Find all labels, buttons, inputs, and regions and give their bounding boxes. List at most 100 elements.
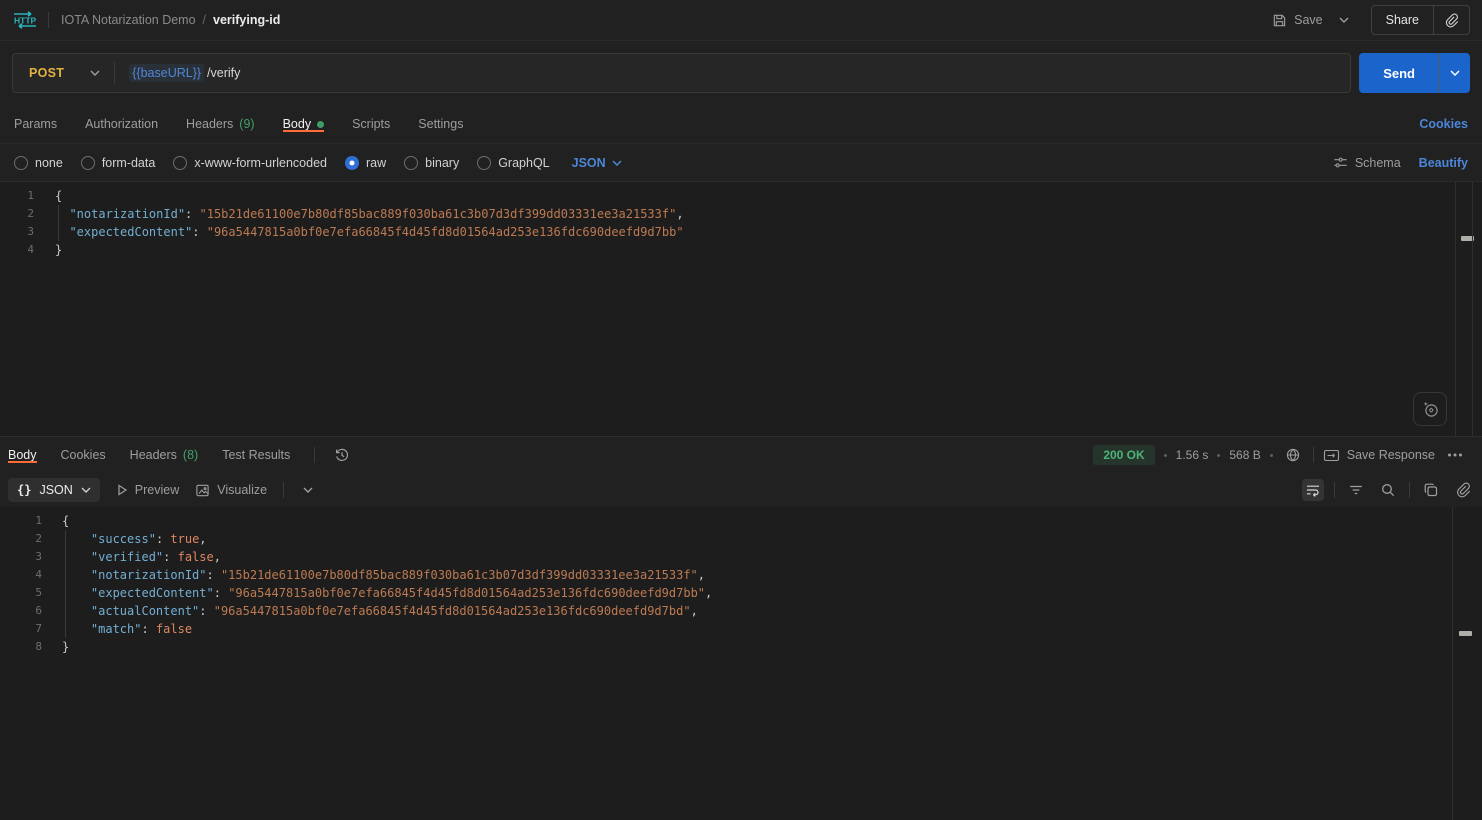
radio-icon	[81, 156, 95, 170]
tab-cookies[interactable]: Cookies	[61, 448, 106, 462]
body-type-binary[interactable]: binary	[404, 156, 459, 170]
tab-params[interactable]: Params	[14, 117, 57, 131]
token-punc: ,	[691, 604, 698, 618]
preview-button[interactable]: Preview	[116, 483, 179, 497]
radio-label: GraphQL	[498, 156, 549, 170]
radio-label: none	[35, 156, 63, 170]
copy-link-button[interactable]	[1434, 6, 1469, 34]
icons-divider	[1409, 482, 1410, 498]
postbot-icon	[1421, 400, 1440, 419]
token-punc: ,	[676, 207, 683, 221]
url-input[interactable]: {{baseURL}} /verify	[115, 64, 1350, 82]
line-number: 1	[0, 512, 42, 530]
url-variable: {{baseURL}}	[129, 64, 204, 82]
meta-dot	[1217, 454, 1220, 457]
code-content: "actualContent": "96a5447815a0bf0e7efa66…	[62, 602, 698, 620]
save-options-chevron[interactable]	[1333, 13, 1355, 27]
copy-response-button[interactable]	[1420, 479, 1442, 501]
indent-guide	[58, 223, 59, 241]
save-icon	[1272, 13, 1287, 28]
save-response-button[interactable]: Save Response	[1323, 448, 1435, 463]
send-button-group: Send	[1359, 53, 1470, 93]
schema-button[interactable]: Schema	[1333, 155, 1401, 170]
svg-text:HTTP: HTTP	[14, 16, 37, 26]
save-button[interactable]: Save	[1272, 13, 1323, 28]
breadcrumb-collection[interactable]: IOTA Notarization Demo	[61, 13, 196, 27]
tab-body[interactable]: Body	[283, 117, 325, 131]
request-scrollbar-handle[interactable]	[1461, 236, 1474, 241]
line-number: 8	[0, 638, 42, 656]
response-more-actions-button[interactable]	[1444, 450, 1466, 460]
raw-language-selector[interactable]: JSON	[572, 156, 622, 170]
method-selector[interactable]: POST	[13, 66, 114, 80]
url-path: /verify	[207, 66, 240, 80]
token-key: "expectedContent"	[69, 225, 192, 239]
filter-button[interactable]	[1345, 479, 1367, 501]
token-key: "success"	[91, 532, 156, 546]
paperclip-icon	[1444, 13, 1459, 28]
request-tabs-row: Params Authorization Headers(9) Body Scripts…	[0, 105, 1482, 144]
copy-response-link-button[interactable]	[1452, 479, 1474, 501]
request-body-editor[interactable]: 1{2 "notarizationId": "15b21de61100e7b80…	[0, 182, 1482, 436]
tab-label: Body	[8, 448, 37, 462]
tab-scripts[interactable]: Scripts	[352, 117, 390, 131]
code-line: 7 "match": false	[0, 620, 1482, 638]
share-button-group: Share	[1371, 5, 1470, 35]
indent-guide	[65, 530, 66, 548]
code-content: "success": true,	[62, 530, 207, 548]
code-content: }	[62, 638, 69, 656]
save-response-label: Save Response	[1347, 448, 1435, 462]
tab-headers[interactable]: Headers(8)	[130, 448, 199, 462]
postbot-button[interactable]	[1413, 392, 1447, 426]
breadcrumb-separator: /	[203, 13, 206, 27]
tab-headers[interactable]: Headers(9)	[186, 117, 255, 131]
search-button[interactable]	[1377, 479, 1399, 501]
body-type-raw[interactable]: raw	[345, 156, 386, 170]
tab-label: Cookies	[61, 448, 106, 462]
token-punc: ,	[698, 568, 705, 582]
response-body-editor[interactable]: 1{2 "success": true,3 "verified": false,…	[0, 507, 1482, 820]
response-tabs-row: BodyCookiesHeaders(8)Test Results 200 OK…	[0, 437, 1482, 473]
tab-body[interactable]: Body	[8, 448, 37, 462]
code-content: }	[55, 241, 62, 259]
radio-label: form-data	[102, 156, 156, 170]
cookies-link[interactable]: Cookies	[1419, 117, 1468, 131]
token-key: "match"	[91, 622, 142, 636]
raw-language-chevron-icon	[612, 160, 622, 166]
body-type-graphql[interactable]: GraphQL	[477, 156, 549, 170]
line-number: 4	[0, 566, 42, 584]
body-type-none[interactable]: none	[14, 156, 63, 170]
raw-language-label: JSON	[572, 156, 606, 170]
visualize-label: Visualize	[217, 483, 267, 497]
token-punc: ,	[199, 532, 206, 546]
tab-label: Authorization	[85, 117, 158, 131]
response-scrollbar-handle[interactable]	[1459, 631, 1472, 636]
token-str: "96a5447815a0bf0e7efa66845f4d45fd8d01564…	[214, 604, 691, 618]
tab-authorization[interactable]: Authorization	[85, 117, 158, 131]
tab-label: Headers	[130, 448, 177, 462]
send-options-chevron[interactable]	[1440, 53, 1470, 93]
tab-test-results[interactable]: Test Results	[222, 448, 290, 462]
response-history-button[interactable]	[331, 444, 353, 466]
token-punc: :	[156, 532, 170, 546]
request-url-row: POST {{baseURL}} /verify Send	[0, 41, 1482, 105]
tab-settings[interactable]: Settings	[418, 117, 463, 131]
token-punc: :	[192, 225, 206, 239]
meta-dot	[1164, 454, 1167, 457]
response-format-selector[interactable]: {} JSON	[8, 478, 100, 502]
body-type-form-data[interactable]: form-data	[81, 156, 156, 170]
body-type-x-www-form-urlencoded[interactable]: x-www-form-urlencoded	[173, 156, 327, 170]
beautify-button[interactable]: Beautify	[1419, 156, 1468, 170]
token-punc	[62, 568, 91, 582]
network-info-button[interactable]	[1282, 444, 1304, 466]
send-button[interactable]: Send	[1359, 53, 1439, 93]
code-content: {	[62, 512, 69, 530]
share-button[interactable]: Share	[1372, 6, 1433, 34]
line-number: 2	[0, 530, 42, 548]
code-line: 2 "success": true,	[0, 530, 1482, 548]
wrap-lines-button[interactable]	[1302, 479, 1324, 501]
view-options-chevron[interactable]	[300, 484, 316, 496]
code-line: 5 "expectedContent": "96a5447815a0bf0e7e…	[0, 584, 1482, 602]
code-line: 2 "notarizationId": "15b21de61100e7b80df…	[0, 205, 1482, 223]
visualize-button[interactable]: Visualize	[195, 483, 267, 498]
